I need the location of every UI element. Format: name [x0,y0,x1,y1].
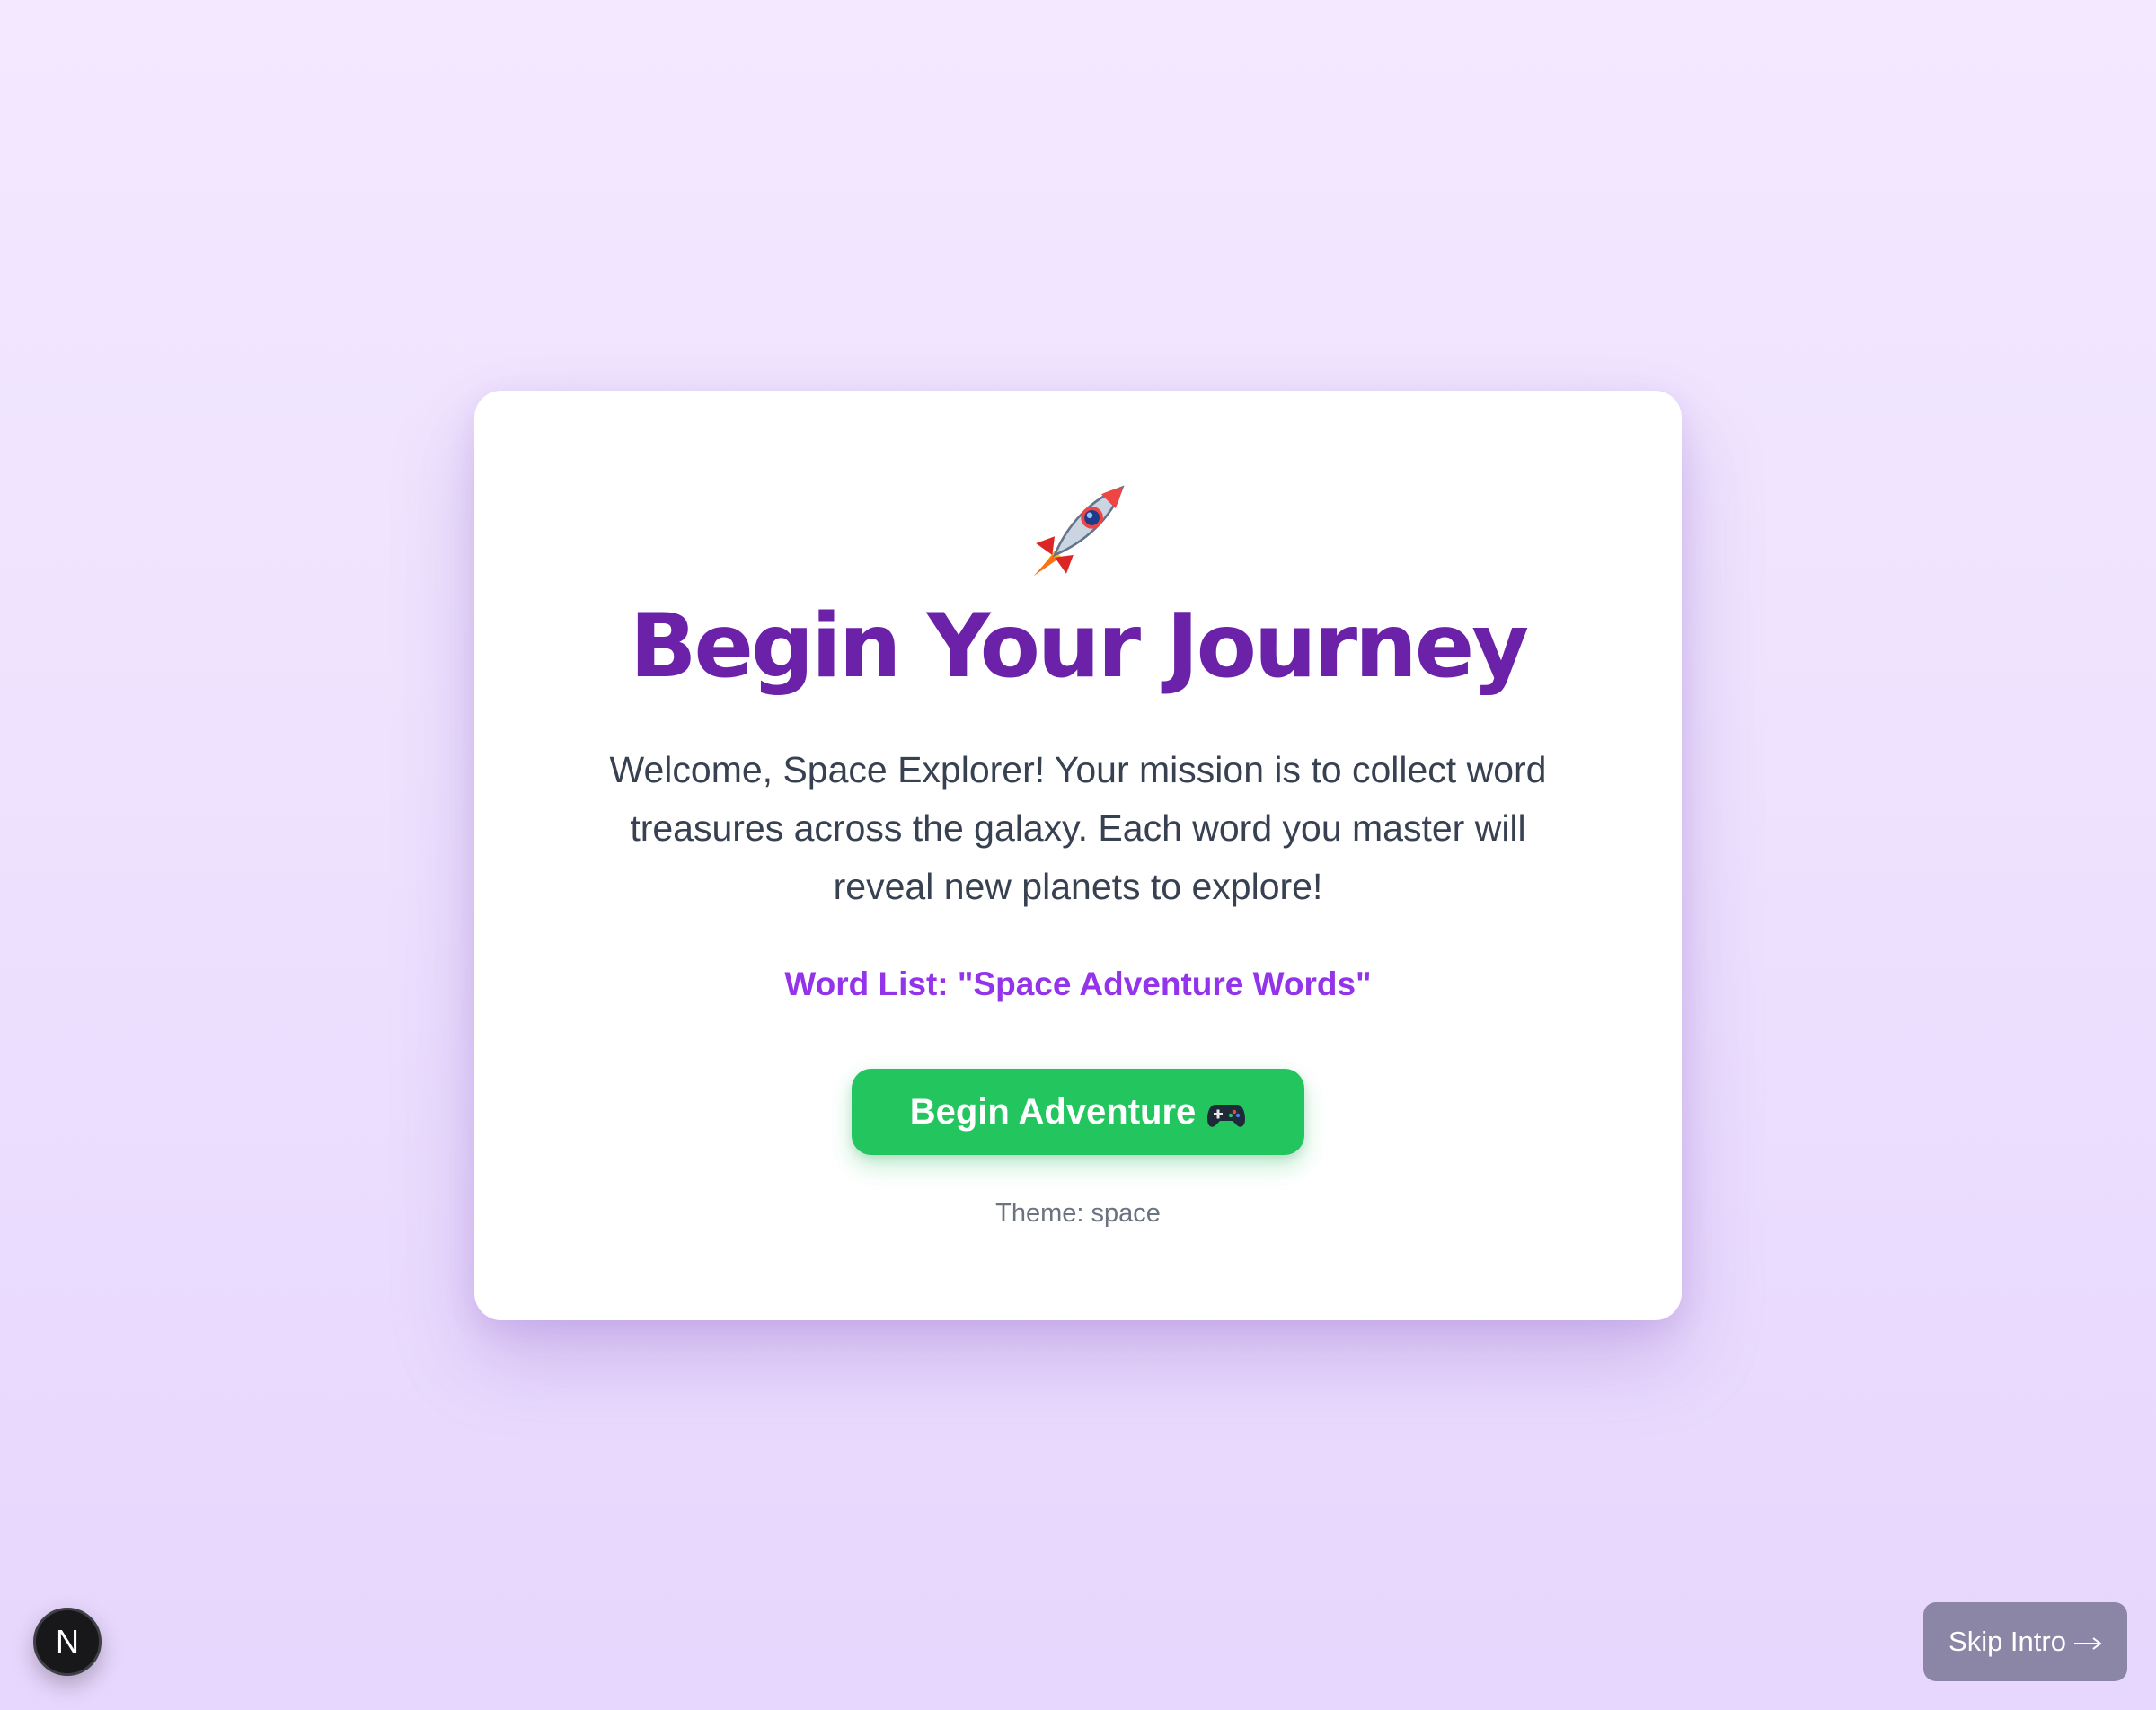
next-badge-letter: N [56,1623,79,1660]
begin-adventure-button[interactable]: Begin Adventure [852,1069,1304,1155]
skip-intro-button[interactable]: Skip Intro [1923,1602,2127,1681]
intro-description: Welcome, Space Explorer! Your mission is… [609,749,1547,907]
rocket-icon [474,473,1682,590]
nextjs-dev-badge[interactable]: N [33,1608,102,1676]
word-list-label: Word List: "Space Adventure Words" [784,965,1372,1002]
skip-intro-label: Skip Intro [1948,1626,2066,1657]
intro-card: Begin Your Journey Welcome, Space Explor… [474,391,1682,1320]
begin-adventure-label: Begin Adventure [909,1091,1197,1132]
gamepad-icon [1206,1098,1246,1127]
arrow-right-icon [2073,1626,2102,1658]
page-title: Begin Your Journey [629,595,1529,698]
theme-label: Theme: space [995,1199,1161,1228]
